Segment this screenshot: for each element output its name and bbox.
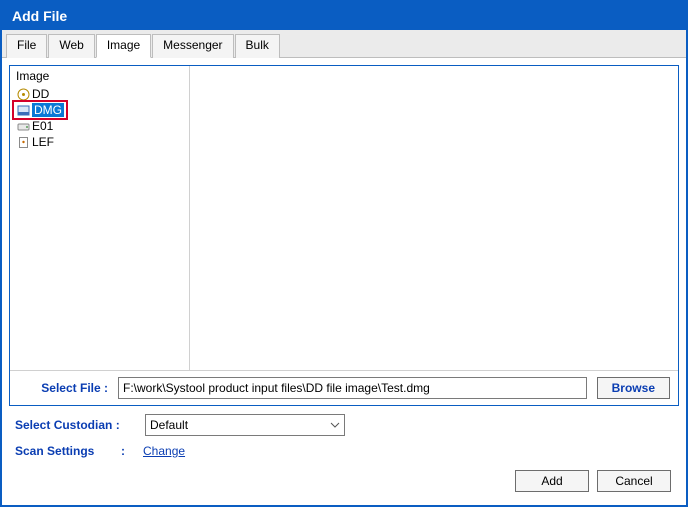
file-icon [16, 135, 30, 149]
disc-icon [16, 87, 30, 101]
image-item-label: DMG [32, 103, 64, 117]
cancel-button[interactable]: Cancel [597, 470, 671, 492]
custodian-value: Default [150, 418, 188, 432]
tab-messenger[interactable]: Messenger [152, 34, 233, 58]
change-link[interactable]: Change [143, 444, 185, 458]
panel-columns: Image DD DMG [10, 66, 678, 370]
content-area: Image DD DMG [2, 58, 686, 505]
image-item-lef[interactable]: LEF [14, 134, 185, 150]
image-item-e01[interactable]: E01 [14, 118, 185, 134]
scan-settings-colon: : [121, 444, 125, 458]
image-item-label: DD [32, 87, 49, 101]
custodian-row: Select Custodian : Default [15, 414, 673, 436]
image-item-dmg[interactable]: DMG [14, 102, 185, 118]
tab-web[interactable]: Web [48, 34, 94, 58]
browse-button[interactable]: Browse [597, 377, 670, 399]
title-bar: Add File [2, 2, 686, 30]
custodian-label: Select Custodian : [15, 418, 135, 432]
button-bar: Add Cancel [9, 464, 679, 498]
scan-settings-row: Scan Settings : Change [15, 444, 673, 458]
scan-settings-label: Scan Settings [15, 444, 115, 458]
custodian-select[interactable]: Default [145, 414, 345, 436]
window-title: Add File [12, 8, 67, 24]
image-panel: Image DD DMG [9, 65, 679, 406]
chevron-down-icon [330, 420, 340, 430]
lower-form: Select Custodian : Default Scan Settings… [9, 412, 679, 458]
tab-file[interactable]: File [6, 34, 47, 58]
add-button[interactable]: Add [515, 470, 589, 492]
select-file-row: Select File : Browse [10, 370, 678, 405]
image-detail-area [190, 66, 678, 370]
image-type-list: Image DD DMG [10, 66, 190, 370]
tab-image[interactable]: Image [96, 34, 151, 58]
image-list-heading: Image [14, 68, 185, 86]
tab-strip: File Web Image Messenger Bulk [2, 30, 686, 58]
disk-image-icon [16, 103, 30, 117]
drive-icon [16, 119, 30, 133]
image-item-label: LEF [32, 135, 54, 149]
add-file-dialog: Add File File Web Image Messenger Bulk I… [0, 0, 688, 507]
select-file-input[interactable] [118, 377, 587, 399]
tab-bulk[interactable]: Bulk [235, 34, 280, 58]
image-item-label: E01 [32, 119, 53, 133]
select-file-label: Select File : [18, 381, 108, 395]
image-item-dd[interactable]: DD [14, 86, 185, 102]
